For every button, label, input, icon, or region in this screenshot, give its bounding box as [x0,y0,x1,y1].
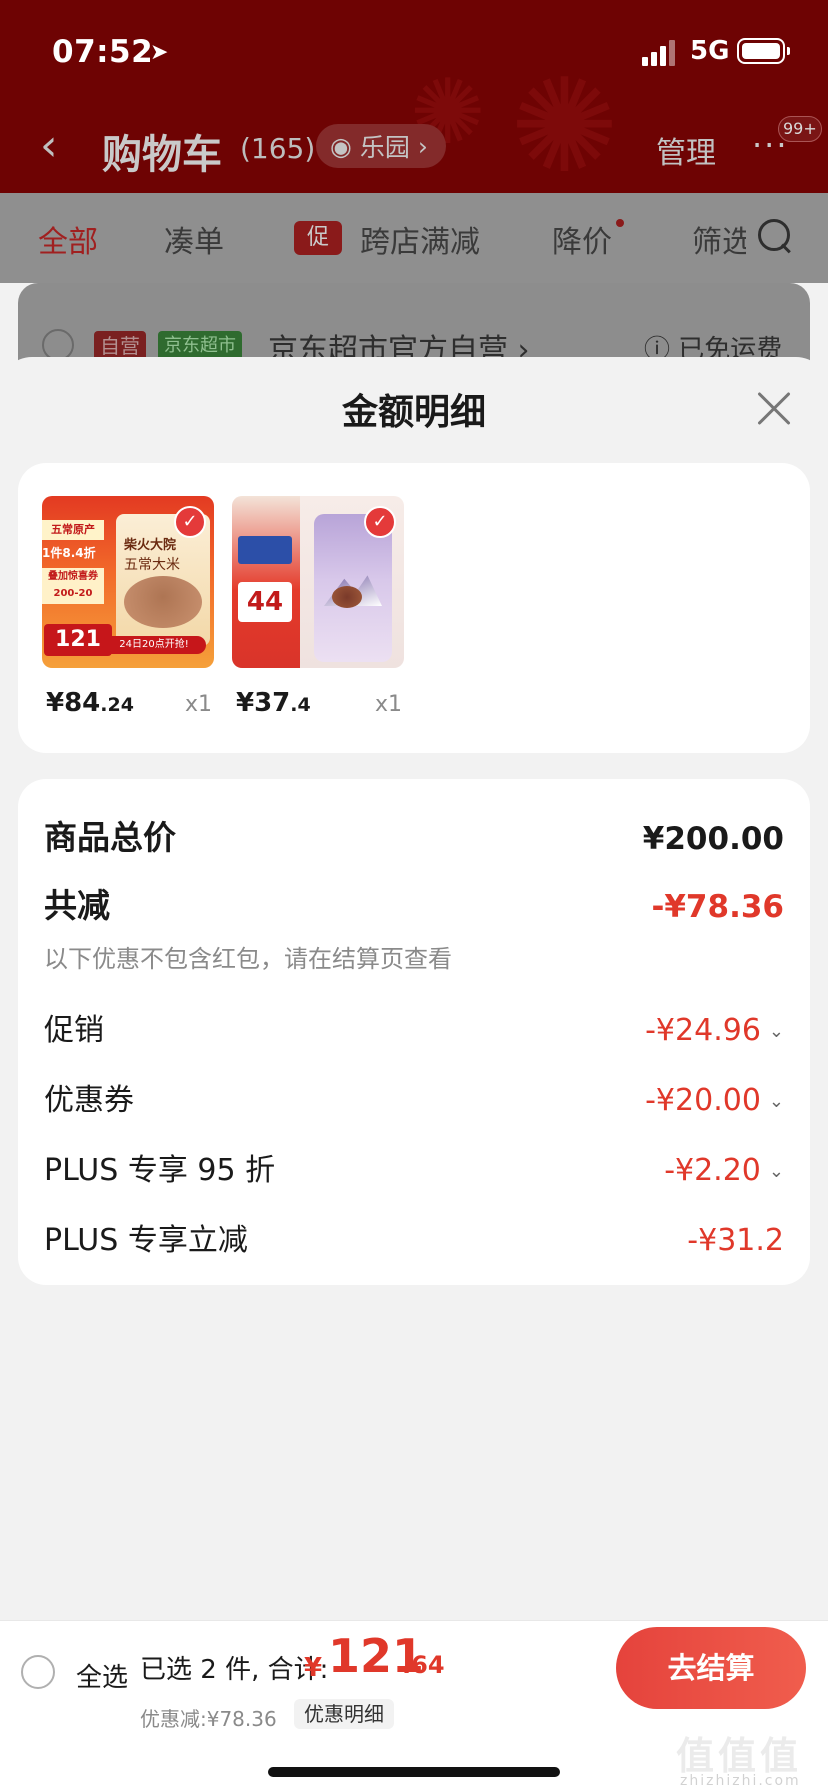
close-icon[interactable] [754,389,794,429]
tab-cross-store[interactable]: 跨店满减 [360,217,480,261]
cart-header: ✺ ✺ 07:52 ➤ 5G ‹ 购物车 (165) ◉ 乐园 › 管理 ···… [0,0,828,193]
rice-tag-origin: 五常原产 [42,520,104,540]
status-time: 07:52 [52,34,154,70]
cart-tabs: 全部 凑单 促 跨店满减 降价 筛选 [0,193,828,283]
rice-tag-discount: 1件8.4折 [42,546,96,560]
product-qty: x1 [184,692,212,717]
discount-hint: 以下优惠不包含红包，请在结算页查看 [44,945,452,973]
total-currency: ¥ [304,1653,323,1683]
message-badge: 99+ [778,116,822,142]
discount-row-plus-95[interactable]: PLUS 专享 95 折 -¥2.20 ⌄ [44,1145,784,1189]
check-icon: ✓ [364,506,396,538]
product-price: ¥84.24 [46,688,134,718]
discount-label: 促销 [44,1013,104,1048]
battery-icon [737,38,790,64]
rice-bag-subtitle: 五常大米 [124,557,180,573]
rice-sale-banner: 24日20点开抢! [102,636,206,654]
page-title: 购物车 [102,132,222,178]
watermark-logo: 值值值 [676,1734,803,1778]
total-price-row: 商品总价 ¥200.00 [44,811,784,859]
tab-combine[interactable]: 凑单 [164,217,224,261]
manage-button[interactable]: 管理 [656,128,716,172]
notification-dot [616,219,624,227]
discount-label: PLUS 专享 95 折 [44,1153,276,1188]
watermark-url: zhizhizhi.com [680,1773,801,1789]
location-arrow-icon: ➤ [150,40,169,65]
reduce-label: 共减 [44,886,110,925]
tab-price-drop[interactable]: 降价 [552,217,612,261]
sheet-title: 金额明细 [341,392,486,433]
discount-value: -¥2.20 [664,1153,761,1188]
discount-detail-button[interactable]: 优惠明细 [294,1699,394,1729]
total-amount-decimal: .64 [402,1651,445,1679]
selected-count: 已选 2 件, 合计: [140,1655,329,1685]
select-all-label[interactable]: 全选 [76,1657,128,1694]
network-type: 5G [690,36,730,66]
chevron-right-icon: › [417,131,428,161]
product-image-rice: 五常原产 1件8.4折 叠加惊喜券 200-20 柴火大院 五常大米 121 2… [42,496,214,668]
discount-row-promotion[interactable]: 促销 -¥24.96 ⌄ [44,1005,784,1049]
discount-label: PLUS 专享立减 [44,1223,248,1258]
product-qty: x1 [374,692,402,717]
chevron-down-icon: ⌄ [768,1021,784,1042]
price-summary-card: 商品总价 ¥200.00 共减 -¥78.36 以下优惠不包含红包，请在结算页查… [18,779,810,1285]
amount-detail-sheet: 金额明细 五常原产 1件8.4折 叠加惊喜券 200-20 柴火大院 五常大米 … [0,357,828,1622]
reduce-value: -¥78.36 [651,889,785,925]
product-price: ¥37.4 [236,688,311,718]
rice-tag-coupon: 叠加惊喜券 200-20 [42,568,104,604]
signal-icon [642,40,682,66]
chevron-down-icon: ⌄ [768,1091,784,1112]
cart-count: (165) [240,132,316,165]
rice-price-tag: 121 [44,624,112,656]
search-icon[interactable] [758,219,792,253]
checkout-bar: 全选 已选 2 件, 合计: ¥ 121 .64 优惠减:¥78.36 优惠明细… [0,1620,828,1792]
discount-label: 优惠券 [44,1083,134,1118]
total-price-value: ¥200.00 [642,821,784,857]
back-button[interactable]: ‹ [40,124,58,168]
product-image-oats: 44 ✓ [232,496,404,668]
home-indicator[interactable] [268,1767,560,1777]
product-item[interactable]: 44 ✓ ¥37.4 x1 [232,496,404,718]
discount-row-plus-reduce: PLUS 专享立减 -¥31.2 [44,1215,784,1259]
select-all-radio[interactable] [21,1655,55,1689]
tab-all[interactable]: 全部 [38,217,98,261]
check-icon: ✓ [174,506,206,538]
total-price-label: 商品总价 [44,818,176,857]
reduce-row: 共减 -¥78.36 [44,879,784,927]
discount-value: -¥31.2 [687,1223,784,1258]
tab-filter[interactable]: 筛选 [692,217,746,261]
rice-bag-title: 柴火大院 [124,538,177,553]
discount-row-coupon[interactable]: 优惠券 -¥20.00 ⌄ [44,1075,784,1119]
product-item[interactable]: 五常原产 1件8.4折 叠加惊喜券 200-20 柴火大院 五常大米 121 2… [42,496,214,718]
discount-value: -¥20.00 [645,1083,761,1118]
paradise-pill[interactable]: ◉ 乐园 › [316,124,446,168]
checkout-button[interactable]: 去结算 [616,1627,806,1709]
discount-value: -¥24.96 [645,1013,761,1048]
chevron-down-icon: ⌄ [768,1161,784,1182]
discount-summary: 优惠减:¥78.36 [140,1707,277,1731]
paradise-label: 乐园 [359,133,410,162]
status-bar: 07:52 ➤ 5G [0,0,828,104]
promo-tag: 促 [294,221,342,255]
oats-price-tag: 44 [238,582,292,622]
products-card: 五常原产 1件8.4折 叠加惊喜券 200-20 柴火大院 五常大米 121 2… [18,463,810,753]
eye-icon: ◉ [330,131,352,161]
